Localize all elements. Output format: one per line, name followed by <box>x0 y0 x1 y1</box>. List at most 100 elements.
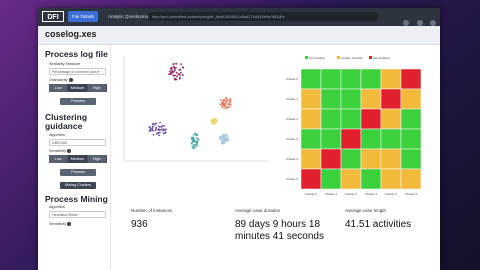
heatmap-cell[interactable] <box>300 148 322 170</box>
mining-clusters-button[interactable]: Mining Clusters <box>60 182 96 189</box>
scatter-point <box>221 134 224 137</box>
granularity-medium[interactable]: Medium <box>68 84 88 92</box>
tab-file-details[interactable]: File Details <box>68 11 99 22</box>
heatmap-cell[interactable] <box>340 108 362 130</box>
heatmap-cell[interactable] <box>320 168 342 190</box>
scatter-point <box>148 126 151 128</box>
heatmap-cell[interactable] <box>400 88 422 110</box>
heatmap-cell[interactable] <box>380 148 402 170</box>
scatter-point <box>155 122 158 125</box>
heatmap-cell[interactable] <box>380 168 402 190</box>
scatter-point <box>227 139 230 142</box>
similarity-select[interactable]: Percentage of common acts ▾ <box>49 68 106 75</box>
legend-swatch <box>369 56 372 59</box>
heatmap-cell[interactable] <box>300 108 322 130</box>
heatmap-cell[interactable] <box>380 108 402 130</box>
scatter-point <box>151 125 154 128</box>
heatmap-cell[interactable] <box>320 108 342 130</box>
sensitivity-high[interactable]: High <box>87 155 107 163</box>
scatter-point <box>196 140 198 143</box>
heatmap-cell[interactable] <box>380 88 402 110</box>
scatter-point <box>157 128 160 131</box>
file-title: coselog.xes <box>45 29 97 39</box>
sensitivity-medium[interactable]: Medium <box>68 155 88 163</box>
heatmap-cell[interactable] <box>320 128 342 150</box>
heatmap-cell[interactable] <box>400 128 422 150</box>
heatmap-cell[interactable] <box>300 168 322 190</box>
heatmap-cell[interactable] <box>360 88 382 110</box>
heatmap-cell[interactable] <box>300 88 322 110</box>
heatmap-cell[interactable] <box>320 148 342 170</box>
granularity-toggle: Low Medium High <box>49 84 107 92</box>
process-log-button[interactable]: Process <box>60 98 96 105</box>
row-label: Cluster 0 <box>286 77 298 81</box>
heatmap-cell[interactable] <box>300 68 322 90</box>
scatter-point <box>149 128 152 130</box>
heatmap-cell[interactable] <box>360 128 382 150</box>
info-icon[interactable]: i <box>67 149 72 153</box>
scatter-point <box>153 123 156 126</box>
scatter-point <box>213 123 216 125</box>
heatmap-cell[interactable] <box>340 128 362 150</box>
scatter-point <box>159 129 161 131</box>
app-logo[interactable]: DFI <box>42 11 64 22</box>
scatter-point <box>180 63 182 66</box>
process-mining-title: Process Mining <box>45 194 108 204</box>
stat-label: Average case duration <box>235 208 280 213</box>
sensitivity-low[interactable]: Low <box>49 155 69 163</box>
heatmap-cell[interactable] <box>360 148 382 170</box>
heatmap-cell[interactable] <box>400 148 422 170</box>
scatter-point <box>228 105 231 108</box>
info-icon[interactable]: i <box>68 78 73 82</box>
scatter-point <box>174 62 177 65</box>
heatmap-cell[interactable] <box>340 88 362 110</box>
scatter-point <box>191 142 193 145</box>
scatter-point <box>192 136 195 139</box>
scatter-point <box>148 129 151 132</box>
scatter-point <box>174 74 177 77</box>
granularity-high[interactable]: High <box>87 84 107 92</box>
scatter-point <box>177 73 180 76</box>
heatmap-cell[interactable] <box>400 108 422 130</box>
scatter-point <box>223 107 225 110</box>
scatter-point <box>174 66 177 69</box>
heatmap-cell[interactable] <box>360 68 382 90</box>
heatmap-cell[interactable] <box>380 128 402 150</box>
scatter-point <box>219 103 222 106</box>
row-label: Cluster 3 <box>286 137 298 141</box>
heatmap-cell[interactable] <box>320 88 342 110</box>
mining-algorithm-select[interactable]: Heuristics Miner <box>49 211 106 218</box>
scatter-point <box>192 147 195 150</box>
scatter-point <box>164 131 167 133</box>
scatter-point <box>172 62 175 65</box>
heatmap-cell[interactable] <box>380 68 402 90</box>
similarity-heatmap: low similarity medium similarity high simi… <box>286 56 422 196</box>
algorithm-select[interactable]: DBSCAN <box>49 139 106 146</box>
granularity-low[interactable]: Low <box>49 84 69 92</box>
col-label: Cluster 2 <box>345 192 357 196</box>
scatter-point <box>194 132 196 135</box>
heatmap-cell[interactable] <box>340 168 362 190</box>
info-icon[interactable]: i <box>67 222 72 226</box>
scatter-point <box>181 66 184 69</box>
clustering-process-button[interactable]: Process <box>60 169 96 176</box>
url-bar[interactable]: http://pm-controlled-sobscripting/fd_fie… <box>148 12 378 21</box>
heatmap-cell[interactable] <box>340 148 362 170</box>
heatmap-cell[interactable] <box>360 108 382 130</box>
scatter-point <box>229 104 232 106</box>
heatmap-cell[interactable] <box>400 168 422 190</box>
heatmap-cell[interactable] <box>400 68 422 90</box>
scatter-point <box>222 101 224 104</box>
scatter-point <box>225 134 228 137</box>
similarity-label: Similarity Measure <box>49 62 81 66</box>
heatmap-cell[interactable] <box>300 128 322 150</box>
row-label: Cluster 4 <box>286 157 298 161</box>
heatmap-cell[interactable] <box>320 68 342 90</box>
scatter-point <box>223 135 226 138</box>
row-label: Cluster 1 <box>286 97 298 101</box>
scatter-point <box>161 125 164 127</box>
scatter-point <box>195 137 198 139</box>
heatmap-cell[interactable] <box>360 168 382 190</box>
row-label: Cluster 5 <box>286 177 298 181</box>
heatmap-cell[interactable] <box>340 68 362 90</box>
